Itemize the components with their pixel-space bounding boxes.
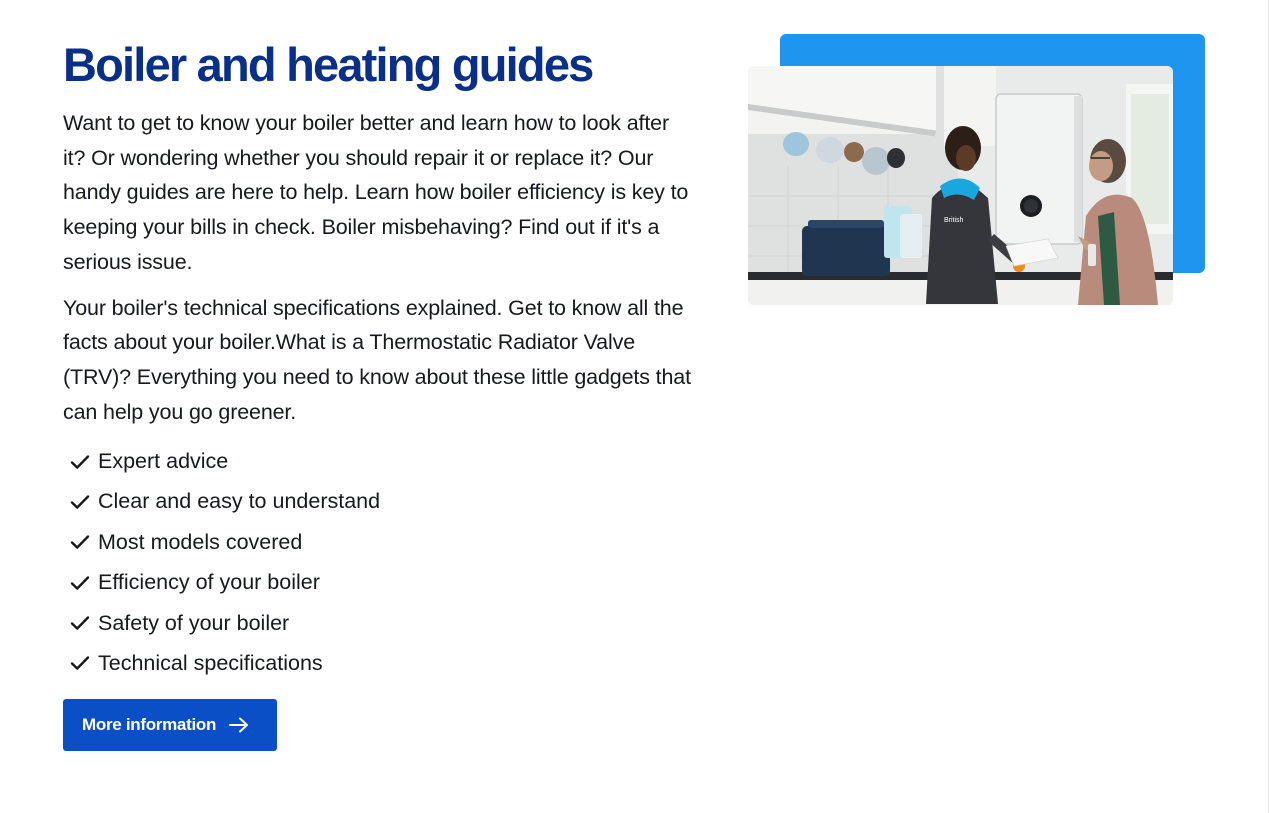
check-icon (70, 616, 90, 630)
feature-label: Efficiency of your boiler (98, 570, 320, 595)
feature-list: Expert advice Clear and easy to understa… (63, 441, 693, 683)
feature-label: Clear and easy to understand (98, 489, 381, 514)
list-item: Expert advice (63, 441, 693, 481)
arrow-right-icon (229, 717, 249, 733)
tunic-label: British (944, 217, 964, 224)
check-icon (70, 495, 90, 509)
page-edge-divider (1268, 0, 1269, 813)
page-title: Boiler and heating guides (63, 38, 594, 91)
more-information-label: More information (82, 715, 217, 734)
specs-paragraph: Your boiler's technical specifications e… (63, 295, 691, 424)
list-item: Technical specifications (63, 643, 693, 683)
check-icon (70, 575, 90, 590)
feature-label: Safety of your boiler (98, 610, 290, 635)
check-icon (70, 656, 90, 671)
kitchen-scene: British (748, 66, 1173, 305)
list-item: Clear and easy to understand (63, 482, 693, 522)
list-item: Efficiency of your boiler (63, 563, 693, 603)
intro-paragraph: Want to get to know your boiler better a… (63, 111, 689, 274)
guides-content: Boiler and heating guides Want to get to… (63, 36, 693, 684)
more-information-button[interactable]: More information (63, 699, 277, 751)
check-icon (70, 535, 90, 549)
list-item: Safety of your boiler (63, 603, 693, 643)
engineer-boiler-photo: British (748, 66, 1173, 305)
list-item: Most models covered (63, 522, 693, 562)
feature-label: Most models covered (98, 529, 303, 554)
feature-label: Technical specifications (98, 650, 323, 675)
feature-label: Expert advice (98, 449, 229, 474)
page: Boiler and heating guides Want to get to… (0, 0, 1269, 813)
check-icon (70, 454, 90, 469)
